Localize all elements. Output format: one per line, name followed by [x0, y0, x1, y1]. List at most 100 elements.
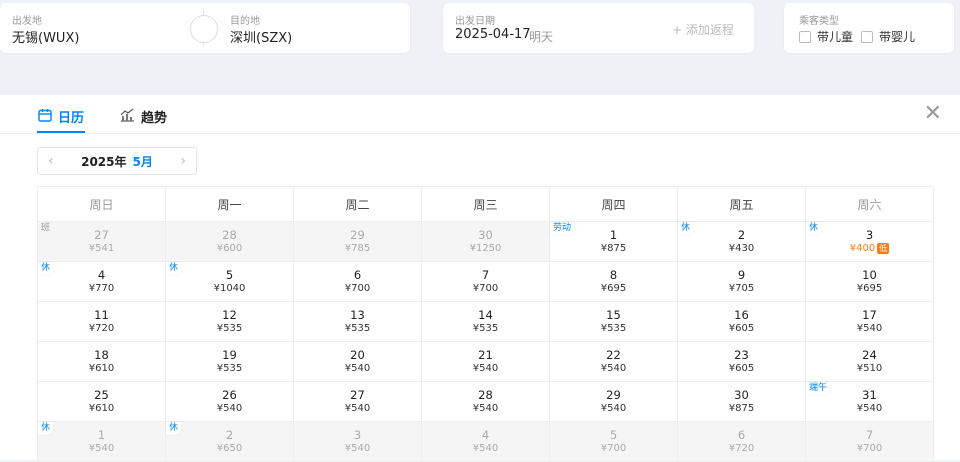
calendar-day-cell[interactable]: 19 ¥535: [165, 341, 294, 382]
calendar-day-cell[interactable]: 7 ¥700: [421, 261, 550, 302]
calendar-day-cell[interactable]: 22 ¥540: [549, 341, 678, 382]
arrival-field[interactable]: 目的地 深圳(SZX): [218, 3, 408, 53]
calendar-day-cell[interactable]: 6 ¥720: [677, 421, 806, 462]
day-price: ¥540: [422, 362, 549, 375]
calendar-day-cell[interactable]: 4 ¥540: [421, 421, 550, 462]
calendar-day-cell[interactable]: 18 ¥610: [37, 341, 166, 382]
calendar-day-cell[interactable]: 30 ¥1250: [421, 221, 550, 262]
calendar-day-cell[interactable]: 28 ¥540: [421, 381, 550, 422]
departure-date-field[interactable]: 出发日期 2025-04-17 明天: [443, 3, 643, 53]
infant-checkbox[interactable]: 带婴儿: [861, 28, 915, 45]
year-label: 2025年: [81, 154, 127, 169]
day-price: ¥535: [294, 322, 421, 335]
weekday-sat: 周六: [805, 186, 934, 222]
infant-checkbox-box[interactable]: [861, 30, 873, 43]
day-number: 2: [225, 428, 234, 442]
calendar-day-cell[interactable]: 3 ¥540: [293, 421, 422, 462]
day-number: 21: [478, 348, 493, 362]
calendar-day-cell[interactable]: 5 ¥700: [549, 421, 678, 462]
day-price: ¥605: [678, 322, 805, 335]
child-checkbox[interactable]: 带儿童: [799, 28, 853, 45]
day-price: ¥535: [166, 322, 293, 335]
day-number: 6: [737, 428, 746, 442]
calendar-day-cell[interactable]: 10 ¥695: [805, 261, 934, 302]
calendar-day-cell[interactable]: 12 ¥535: [165, 301, 294, 342]
price-value: ¥610: [88, 403, 115, 414]
month-label[interactable]: 5月: [133, 155, 153, 169]
calendar-day-cell[interactable]: 29 ¥785: [293, 221, 422, 262]
day-price: ¥540: [294, 402, 421, 415]
day-price: ¥540: [422, 402, 549, 415]
departure-field[interactable]: 出发地 无锡(WUX): [0, 3, 190, 53]
calendar-day-cell[interactable]: 24 ¥510: [805, 341, 934, 382]
passenger-label: 乘客类型: [799, 16, 839, 27]
tab-calendar[interactable]: 日历: [38, 107, 84, 126]
weekday-tue: 周二: [293, 186, 422, 222]
day-price: ¥535: [422, 322, 549, 335]
day-price: ¥600: [166, 242, 293, 255]
calendar-day-cell[interactable]: 23 ¥605: [677, 341, 806, 382]
calendar-day-cell[interactable]: 端午 31 ¥540: [805, 381, 934, 422]
calendar-day-cell[interactable]: 25 ¥610: [37, 381, 166, 422]
calendar-day-cell[interactable]: 9 ¥705: [677, 261, 806, 302]
calendar-day-cell[interactable]: 21 ¥540: [421, 341, 550, 382]
arrival-label: 目的地: [230, 16, 260, 27]
calendar-day-cell[interactable]: 劳动 1 ¥875: [549, 221, 678, 262]
price-value: ¥540: [216, 403, 243, 414]
price-value: ¥650: [216, 443, 243, 454]
calendar-day-cell[interactable]: 休 3 ¥400 低: [805, 221, 934, 262]
infant-checkbox-label: 带婴儿: [879, 30, 916, 44]
prev-month-icon[interactable]: ‹: [48, 153, 54, 169]
tab-trend[interactable]: 趋势: [120, 107, 167, 126]
next-month-icon[interactable]: ›: [180, 153, 186, 169]
calendar-day-cell[interactable]: 班 27 ¥541: [37, 221, 166, 262]
calendar-day-cell[interactable]: 8 ¥695: [549, 261, 678, 302]
swap-cities-button[interactable]: [190, 15, 218, 43]
calendar-day-cell[interactable]: 17 ¥540: [805, 301, 934, 342]
child-checkbox-box[interactable]: [799, 30, 811, 43]
calendar-day-cell[interactable]: 休 4 ¥770: [37, 261, 166, 302]
day-price: ¥540: [806, 322, 933, 335]
passenger-card: 乘客类型 带儿童 带婴儿: [784, 3, 954, 53]
price-value: ¥610: [88, 363, 115, 374]
calendar-day-cell[interactable]: 休 2 ¥650: [165, 421, 294, 462]
day-price: ¥540: [38, 442, 165, 455]
calendar-day-cell[interactable]: 11 ¥720: [37, 301, 166, 342]
calendar-day-cell[interactable]: 7 ¥700: [805, 421, 934, 462]
calendar-week-row: 11 ¥720 12 ¥535 13 ¥535 14 ¥535 15 ¥535 16 ¥605 17 ¥5…: [37, 301, 934, 342]
day-number: 10: [862, 268, 877, 282]
calendar-day-cell[interactable]: 休 5 ¥1040: [165, 261, 294, 302]
day-number: 6: [353, 268, 362, 282]
tab-calendar-label: 日历: [58, 111, 85, 126]
day-price: ¥1250: [422, 242, 549, 255]
calendar-day-cell[interactable]: 29 ¥540: [549, 381, 678, 422]
day-price: ¥400 低: [806, 242, 933, 255]
calendar-day-cell[interactable]: 28 ¥600: [165, 221, 294, 262]
day-price: ¥770: [38, 282, 165, 295]
calendar-day-cell[interactable]: 30 ¥875: [677, 381, 806, 422]
close-icon[interactable]: ✕: [924, 103, 942, 125]
day-number: 30: [734, 388, 749, 402]
price-value: ¥600: [216, 243, 243, 254]
calendar-day-cell[interactable]: 16 ¥605: [677, 301, 806, 342]
calendar-day-cell[interactable]: 13 ¥535: [293, 301, 422, 342]
calendar-day-cell[interactable]: 26 ¥540: [165, 381, 294, 422]
day-number: 3: [865, 228, 874, 242]
weekday-mon: 周一: [165, 186, 294, 222]
day-price: ¥540: [550, 402, 677, 415]
day-number: 15: [606, 308, 621, 322]
calendar-day-cell[interactable]: 休 2 ¥430: [677, 221, 806, 262]
holiday-tag: 休: [166, 262, 182, 275]
calendar-day-cell[interactable]: 27 ¥540: [293, 381, 422, 422]
calendar-day-cell[interactable]: 20 ¥540: [293, 341, 422, 382]
day-price: ¥1040: [166, 282, 293, 295]
day-number: 9: [737, 268, 746, 282]
calendar-day-cell[interactable]: 14 ¥535: [421, 301, 550, 342]
add-return-button[interactable]: + 添加返程: [672, 21, 734, 38]
calendar-day-cell[interactable]: 6 ¥700: [293, 261, 422, 302]
calendar-day-cell[interactable]: 15 ¥535: [549, 301, 678, 342]
day-price: ¥540: [806, 402, 933, 415]
calendar-day-cell[interactable]: 休 1 ¥540: [37, 421, 166, 462]
day-number: 30: [478, 228, 493, 242]
price-value: ¥535: [216, 363, 243, 374]
